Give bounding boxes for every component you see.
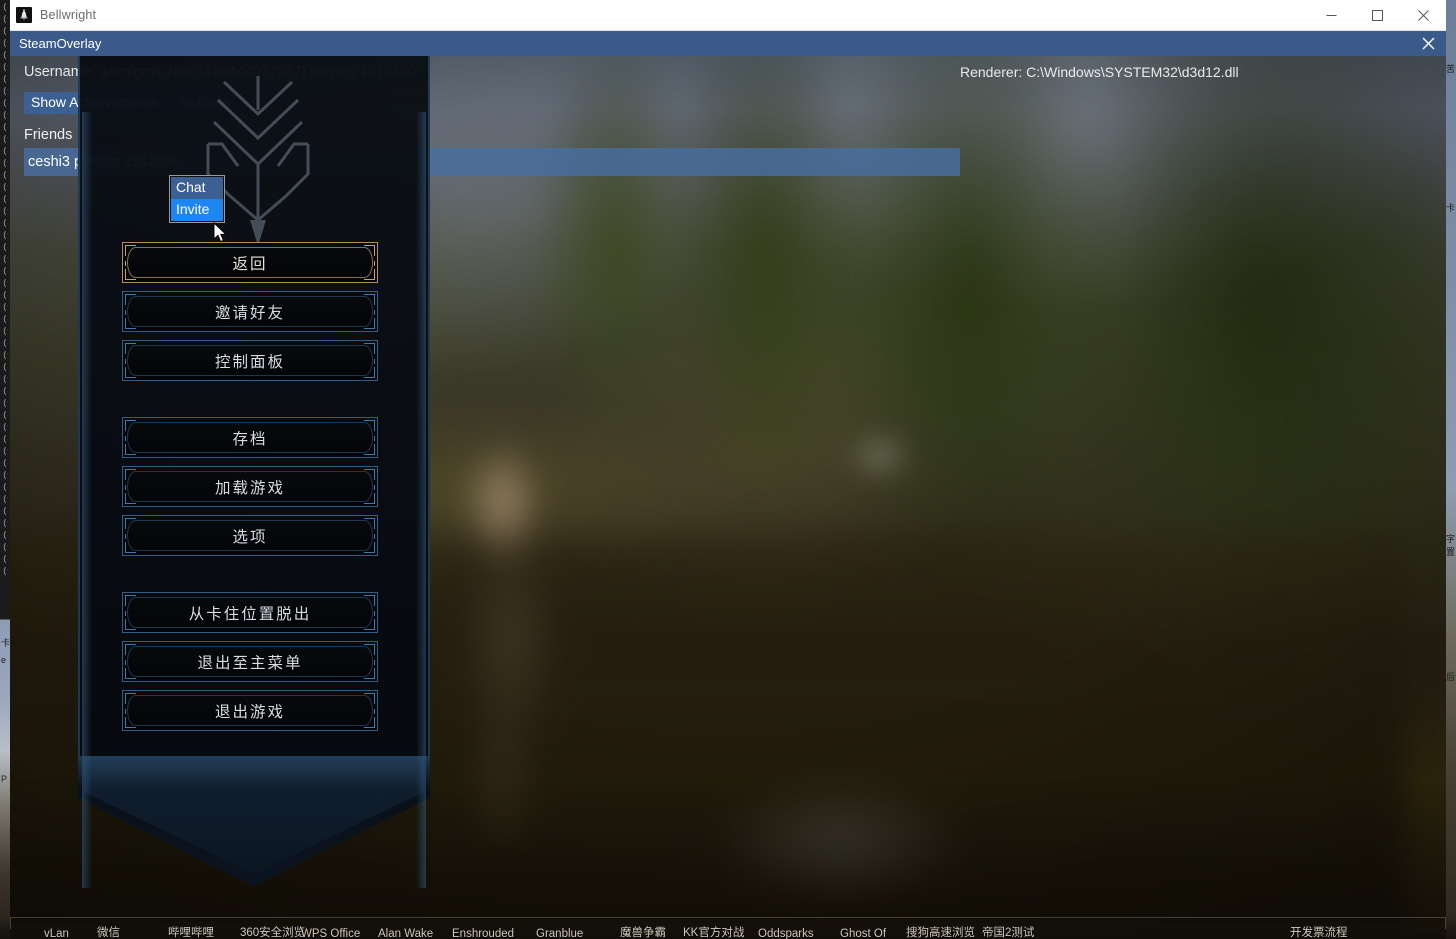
close-icon[interactable] <box>1400 0 1446 31</box>
minimize-icon[interactable] <box>1308 0 1354 31</box>
taskbar: vLan 微信 哔哩哔哩 360安全浏览 WPS Office Alan Wak… <box>0 917 1456 939</box>
window-title: Bellwright <box>40 8 97 22</box>
menu-button-exit-to-main-menu[interactable]: 退出至主菜单 <box>122 641 378 682</box>
menu-button-label: 选项 <box>232 528 268 546</box>
context-menu-item-invite[interactable]: Invite <box>171 199 223 221</box>
taskbar-item-granblue[interactable]: Granblue <box>536 928 583 939</box>
taskbar-item-sogou-browser[interactable]: 搜狗高速浏览 <box>906 924 975 939</box>
steam-overlay-title: SteamOverlay <box>19 36 102 51</box>
banner-tail-edge <box>78 756 430 886</box>
friend-context-menu: Chat Invite <box>169 175 225 223</box>
taskbar-item-invoice-process[interactable]: 开发票流程 <box>1290 924 1348 939</box>
desktop-right-mark-4: 后 <box>1445 672 1455 682</box>
taskbar-item-wps-office[interactable]: WPS Office <box>301 928 360 939</box>
window-controls <box>1308 0 1446 31</box>
menu-button-label: 返回 <box>232 255 268 273</box>
game-menu-buttons: 返回 邀请好友 控制面板 存档 加载游戏 选项 从卡住位置脱出 退出至主菜单 退… <box>122 242 378 731</box>
menu-button-load-game[interactable]: 加载游戏 <box>122 466 378 507</box>
desktop-left-mark-2: P <box>1 774 8 784</box>
desktop-right-mark-3: 置 <box>1445 547 1455 557</box>
game-window: Bellwright SteamOverlay Username: Render… <box>10 0 1446 939</box>
taskbar-item-ghost-of[interactable]: Ghost Of <box>840 928 886 939</box>
desktop-right-mark-1: 卡 <box>1445 203 1455 213</box>
steam-overlay-title-bar: SteamOverlay <box>10 31 1446 56</box>
menu-group-separator <box>122 564 378 584</box>
taskbar-item-alan-wake[interactable]: Alan Wake <box>378 928 433 939</box>
menu-button-label: 退出至主菜单 <box>197 654 303 672</box>
taskbar-item-kk-battle[interactable]: KK官方对战 <box>683 924 744 939</box>
menu-button-label: 邀请好友 <box>214 304 285 322</box>
menu-button-label: 退出游戏 <box>214 703 285 721</box>
menu-button-unstuck[interactable]: 从卡住位置脱出 <box>122 592 378 633</box>
screen-root: ⟨ ⟨ ⟨ ⟨ ⟨ ⟨ ⟨ ⟨ ⟨ ⟨ ⟨ ⟨ ⟨ ⟨ ⟨ ⟨ ⟨ ⟨ ⟨ ⟨ ⟨ ⟨ ⟨ ⟨ ⟨ ⟨ ⟨ ⟨ ⟨ ⟨ ⟨ ⟨ ⟨ ⟨ ⟨… <box>0 0 1456 939</box>
overlay-close-icon[interactable] <box>1410 31 1446 56</box>
menu-group-separator <box>122 389 378 409</box>
taskbar-item-360-browser[interactable]: 360安全浏览 <box>240 924 305 939</box>
game-menu-banner: 返回 邀请好友 控制面板 存档 加载游戏 选项 从卡住位置脱出 退出至主菜单 退… <box>78 56 430 888</box>
desktop-left-mark-e: e <box>1 655 7 665</box>
menu-button-label: 存档 <box>232 430 268 448</box>
taskbar-item-oddsparks[interactable]: Oddsparks <box>758 928 814 939</box>
menu-button-label: 从卡住位置脱出 <box>188 605 312 623</box>
banner-seam-right <box>416 112 426 888</box>
context-menu-item-chat[interactable]: Chat <box>171 177 223 199</box>
taskbar-item-bilibili[interactable]: 哔哩哔哩 <box>168 924 214 939</box>
taskbar-item-warcraft[interactable]: 魔兽争霸 <box>620 924 666 939</box>
desktop-right-mark-0: 苦 <box>1445 64 1455 74</box>
desktop-left-mark-1: 卡 <box>1 638 11 648</box>
taskbar-item-enshrouded[interactable]: Enshrouded <box>452 928 514 939</box>
desktop-right-mark-2: 字 <box>1445 534 1455 544</box>
taskbar-item-wechat[interactable]: 微信 <box>97 924 120 939</box>
taskbar-item-vlan[interactable]: vLan <box>44 928 69 939</box>
menu-button-label: 控制面板 <box>214 353 285 371</box>
menu-button-label: 加载游戏 <box>214 479 285 497</box>
taskbar-items: vLan 微信 哔哩哔哩 360安全浏览 WPS Office Alan Wak… <box>0 925 1456 939</box>
menu-button-return[interactable]: 返回 <box>122 242 378 283</box>
menu-button-quit-game[interactable]: 退出游戏 <box>122 690 378 731</box>
menu-button-invite-friends[interactable]: 邀请好友 <box>122 291 378 332</box>
banner-seam-left <box>82 112 92 888</box>
player-character <box>440 446 580 846</box>
menu-button-options[interactable]: 选项 <box>122 515 378 556</box>
window-title-bar: Bellwright <box>10 0 1446 31</box>
menu-button-control-panel[interactable]: 控制面板 <box>122 340 378 381</box>
bell-icon <box>16 7 32 23</box>
taskbar-item-aoe2-test[interactable]: 帝国2测试 <box>982 924 1034 939</box>
menu-button-save[interactable]: 存档 <box>122 417 378 458</box>
maximize-icon[interactable] <box>1354 0 1400 31</box>
